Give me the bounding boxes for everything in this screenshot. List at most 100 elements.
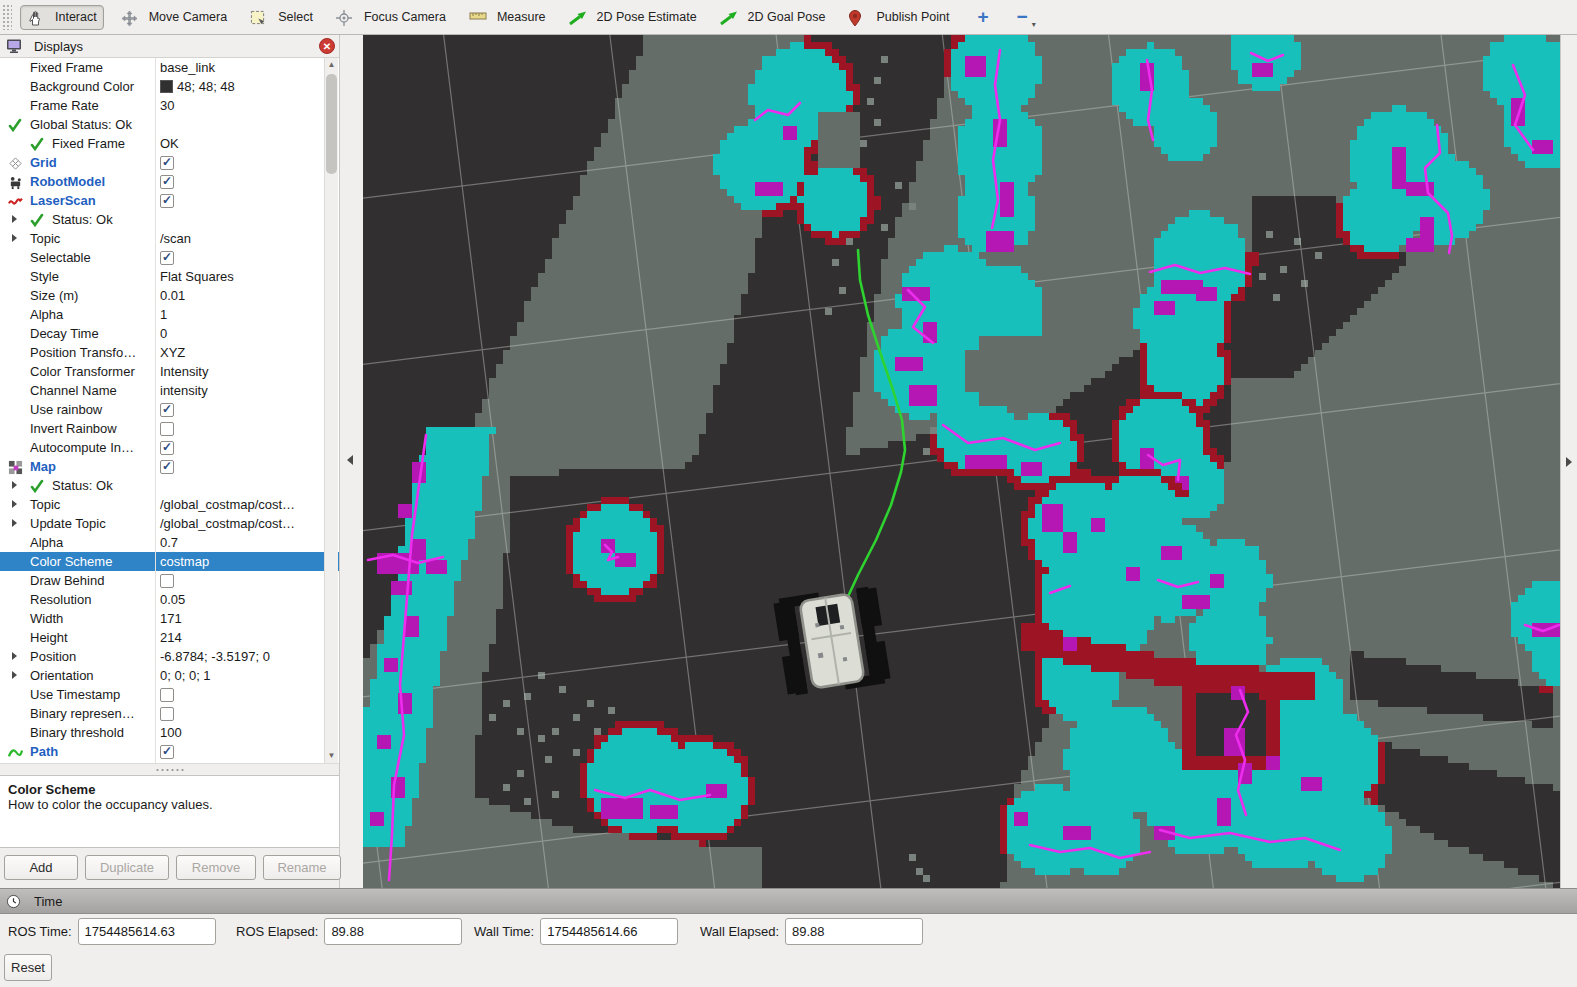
checkbox[interactable]: [160, 175, 174, 189]
tree-row-width[interactable]: Width171: [0, 609, 339, 628]
row-value[interactable]: costmap: [160, 552, 209, 571]
checkbox[interactable]: [160, 441, 174, 455]
duplicate-button[interactable]: Duplicate: [85, 855, 169, 880]
row-value[interactable]: [160, 191, 174, 210]
tree-row-orientation[interactable]: Orientation0; 0; 0; 1: [0, 666, 339, 685]
toolbar-button-2d-pose-estimate[interactable]: 2D Pose Estimate: [563, 6, 703, 29]
checkbox[interactable]: [160, 251, 174, 265]
tree-row-robotmodel[interactable]: RobotModel: [0, 172, 339, 191]
tree-row-use-rainbow[interactable]: Use rainbow: [0, 400, 339, 419]
tree-row-global-status-ok[interactable]: Global Status: Ok: [0, 115, 339, 134]
3d-viewport[interactable]: [363, 35, 1560, 888]
tree-row-binary-represen-[interactable]: Binary represen…: [0, 704, 339, 723]
row-value[interactable]: 0; 0; 0; 1: [160, 666, 211, 685]
row-value[interactable]: 30: [160, 96, 174, 115]
tree-row-binary-threshold[interactable]: Binary threshold100: [0, 723, 339, 742]
scrollbar-thumb[interactable]: [326, 74, 337, 174]
tree-row-update-topic[interactable]: Update Topic/global_costmap/cost…: [0, 514, 339, 533]
displays-panel-header[interactable]: Displays ✕: [0, 35, 339, 58]
row-value[interactable]: Intensity: [160, 362, 208, 381]
expand-icon[interactable]: [12, 215, 17, 223]
row-value[interactable]: [160, 457, 174, 476]
row-value[interactable]: [160, 742, 174, 761]
left-splitter[interactable]: [341, 35, 363, 888]
checkbox[interactable]: [160, 745, 174, 759]
tree-row-color-scheme[interactable]: Color Schemecostmap: [0, 552, 339, 571]
reset-button[interactable]: Reset: [4, 954, 52, 981]
remove-button[interactable]: Remove: [176, 855, 256, 880]
tree-row-style[interactable]: StyleFlat Squares: [0, 267, 339, 286]
row-value[interactable]: /scan: [160, 229, 191, 248]
row-value[interactable]: -6.8784; -3.5197; 0: [160, 647, 270, 666]
checkbox[interactable]: [160, 156, 174, 170]
row-value[interactable]: intensity: [160, 381, 208, 400]
toolbar-grip[interactable]: [2, 4, 12, 30]
tree-row-alpha[interactable]: Alpha0.7: [0, 533, 339, 552]
time-panel-header[interactable]: Time: [0, 888, 1577, 914]
checkbox[interactable]: [160, 707, 174, 721]
row-value[interactable]: [160, 248, 174, 267]
row-value[interactable]: 0.05: [160, 590, 185, 609]
row-value[interactable]: Flat Squares: [160, 267, 234, 286]
time-field-input[interactable]: [78, 918, 216, 945]
row-value[interactable]: 214: [160, 628, 182, 647]
checkbox[interactable]: [160, 460, 174, 474]
tree-row-map[interactable]: Map: [0, 457, 339, 476]
tree-row-resolution[interactable]: Resolution0.05: [0, 590, 339, 609]
tree-row-topic[interactable]: Topic/scan: [0, 229, 339, 248]
tree-row-status-ok[interactable]: Status: Ok: [0, 476, 339, 495]
scrollbar-up-icon[interactable]: ▲: [325, 58, 338, 72]
row-value[interactable]: [160, 685, 174, 704]
tree-row-decay-time[interactable]: Decay Time0: [0, 324, 339, 343]
remove-tool-button[interactable]: −: [1011, 4, 1034, 30]
time-field-input[interactable]: [540, 918, 678, 945]
tree-row-selectable[interactable]: Selectable: [0, 248, 339, 267]
row-value[interactable]: [160, 172, 174, 191]
right-splitter[interactable]: [1560, 35, 1577, 888]
row-value[interactable]: 0.7: [160, 533, 178, 552]
row-value[interactable]: 0.01: [160, 286, 185, 305]
expand-icon[interactable]: [12, 671, 17, 679]
toolbar-button-measure[interactable]: Measure: [463, 6, 552, 29]
checkbox[interactable]: [160, 688, 174, 702]
tree-row-status-ok[interactable]: Status: Ok: [0, 210, 339, 229]
expand-icon[interactable]: [12, 234, 17, 242]
tree-row-position-transfo-[interactable]: Position Transfo…XYZ: [0, 343, 339, 362]
toolbar-overflow-icon[interactable]: ▾: [1032, 20, 1036, 29]
collapse-right-icon[interactable]: [1566, 457, 1572, 467]
checkbox[interactable]: [160, 422, 174, 436]
tree-row-path[interactable]: Path: [0, 742, 339, 761]
toolbar-button-select[interactable]: Select: [244, 6, 319, 29]
collapse-left-icon[interactable]: [347, 455, 353, 465]
tree-row-fixed-frame[interactable]: Fixed Framebase_link: [0, 58, 339, 77]
tree-row-invert-rainbow[interactable]: Invert Rainbow: [0, 419, 339, 438]
checkbox[interactable]: [160, 574, 174, 588]
tree-row-background-color[interactable]: Background Color48; 48; 48: [0, 77, 339, 96]
rename-button[interactable]: Rename: [263, 855, 341, 880]
tree-scrollbar[interactable]: ▲ ▼: [324, 58, 338, 763]
tree-row-alpha[interactable]: Alpha1: [0, 305, 339, 324]
tree-row-autocompute-in-[interactable]: Autocompute In…: [0, 438, 339, 457]
tree-row-frame-rate[interactable]: Frame Rate30: [0, 96, 339, 115]
row-value[interactable]: [160, 704, 174, 723]
expand-icon[interactable]: [12, 519, 17, 527]
tree-column-divider[interactable]: [155, 58, 156, 763]
row-value[interactable]: base_link: [160, 58, 215, 77]
expand-icon[interactable]: [12, 500, 17, 508]
row-value[interactable]: 100: [160, 723, 182, 742]
close-icon[interactable]: ✕: [319, 38, 335, 54]
checkbox[interactable]: [160, 194, 174, 208]
expand-icon[interactable]: [12, 481, 17, 489]
tree-row-channel-name[interactable]: Channel Nameintensity: [0, 381, 339, 400]
tree-row-laserscan[interactable]: LaserScan: [0, 191, 339, 210]
time-field-input[interactable]: [785, 918, 923, 945]
toolbar-button-publish-point[interactable]: Publish Point: [842, 6, 955, 29]
tree-row-position[interactable]: Position-6.8784; -3.5197; 0: [0, 647, 339, 666]
add-tool-button[interactable]: +: [971, 4, 994, 30]
row-value[interactable]: /global_costmap/cost…: [160, 495, 295, 514]
tree-resize-grip[interactable]: [0, 763, 339, 775]
row-value[interactable]: [160, 153, 174, 172]
toolbar-button-interact[interactable]: Interact: [20, 5, 104, 30]
scrollbar-down-icon[interactable]: ▼: [325, 749, 338, 763]
tree-row-color-transformer[interactable]: Color TransformerIntensity: [0, 362, 339, 381]
